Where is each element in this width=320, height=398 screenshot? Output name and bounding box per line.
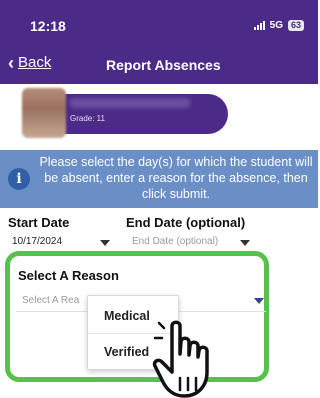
signal-icon xyxy=(253,21,265,30)
page-title: Report Absences xyxy=(106,57,221,73)
option-label: Medical xyxy=(104,309,150,323)
nav-bar: ‹ Back Report Absences xyxy=(0,42,318,84)
start-date-label: Start Date xyxy=(8,215,70,230)
status-indicators: 5G 63 xyxy=(253,20,304,31)
reason-title: Select A Reason xyxy=(18,268,119,283)
battery-icon: 63 xyxy=(287,20,304,31)
chevron-down-icon[interactable] xyxy=(240,240,250,246)
info-icon: i xyxy=(8,168,30,190)
chevron-down-icon[interactable] xyxy=(100,240,110,246)
student-card: Grade: 11 xyxy=(0,84,318,140)
start-date-field[interactable]: 10/17/2024 xyxy=(12,236,62,247)
status-time: 12:18 xyxy=(30,18,66,34)
info-message: Please select the day(s) for which the s… xyxy=(39,155,313,201)
back-button[interactable]: ‹ Back xyxy=(8,52,52,73)
student-grade: Grade: 11 xyxy=(70,114,105,123)
info-banner: i Please select the day(s) for which the… xyxy=(0,150,318,208)
option-label: Verified xyxy=(104,345,150,359)
date-row: Start Date End Date (optional) 10/17/202… xyxy=(0,214,318,248)
pointer-hand-icon xyxy=(152,320,209,398)
end-date-label: End Date (optional) xyxy=(126,215,246,230)
reason-placeholder: Select A Rea xyxy=(22,295,80,306)
network-label: 5G xyxy=(269,20,283,31)
chevron-left-icon: ‹ xyxy=(8,52,14,73)
back-label: Back xyxy=(18,54,52,71)
end-date-field[interactable]: End Date (optional) xyxy=(132,236,218,247)
chevron-down-icon[interactable] xyxy=(254,298,264,304)
status-bar: 12:18 5G 63 xyxy=(0,0,318,42)
student-name-redacted xyxy=(70,98,190,108)
avatar xyxy=(22,88,66,138)
